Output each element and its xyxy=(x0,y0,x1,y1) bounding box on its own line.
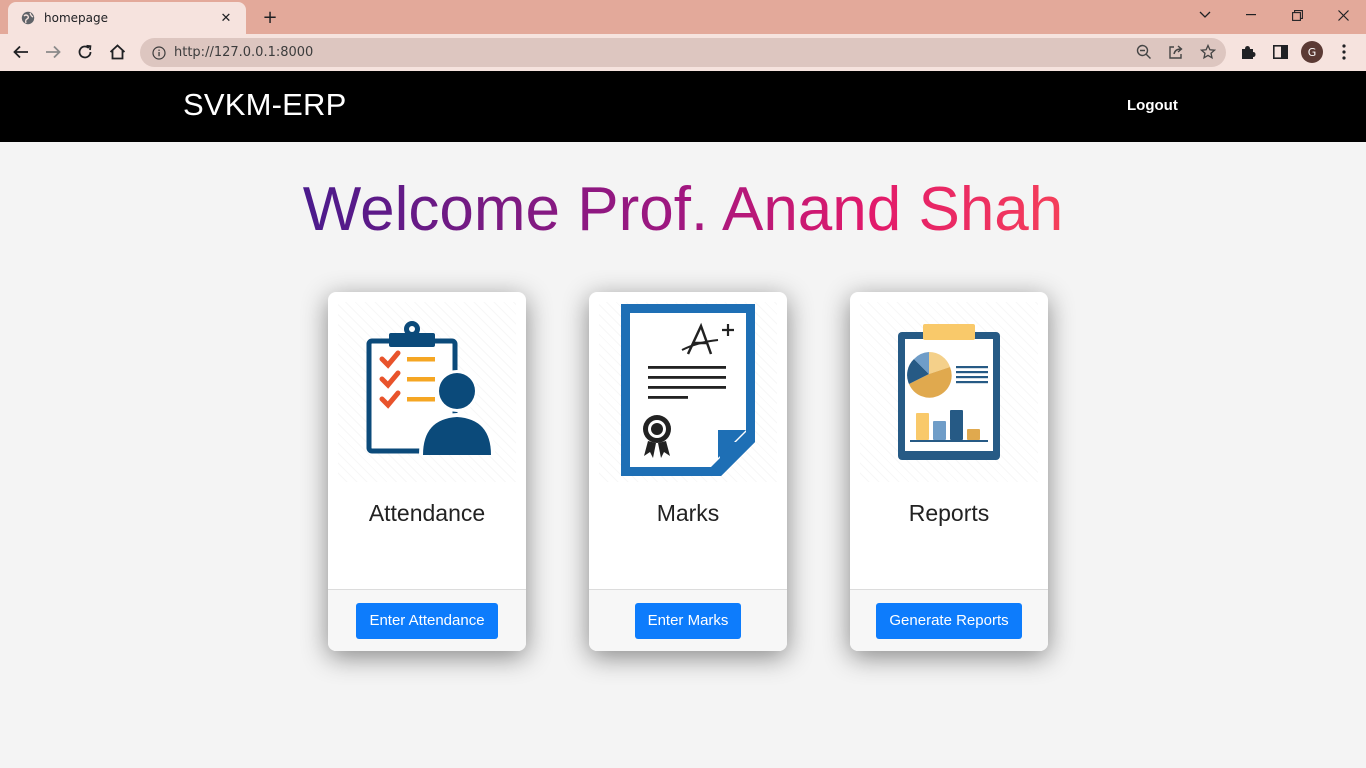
reports-card-footer: Generate Reports xyxy=(850,589,1048,651)
attendance-card-footer: Enter Attendance xyxy=(328,589,526,651)
attendance-card: Attendance Enter Attendance xyxy=(328,292,526,651)
bookmark-star-icon[interactable] xyxy=(1197,41,1219,63)
reports-card-title: Reports xyxy=(908,500,990,526)
welcome-heading: Welcome Prof. Anand Shah xyxy=(0,170,1366,250)
marks-card-footer: Enter Marks xyxy=(589,589,787,651)
browser-tab-title: homepage xyxy=(44,11,108,25)
browser-tab-strip: homepage ✕ + xyxy=(0,0,1366,34)
reports-card: Reports Generate Reports xyxy=(850,292,1048,651)
attendance-card-title: Attendance xyxy=(368,500,486,526)
enter-marks-button[interactable]: Enter Marks xyxy=(634,602,742,639)
reports-image xyxy=(860,302,1038,482)
marks-image xyxy=(599,302,777,482)
reload-icon[interactable] xyxy=(70,37,100,67)
side-panel-icon[interactable] xyxy=(1269,41,1291,63)
attendance-image xyxy=(338,302,516,482)
enter-attendance-button[interactable]: Enter Attendance xyxy=(356,602,498,639)
brand-title[interactable]: SVKM-ERP xyxy=(183,87,347,123)
chevron-down-icon[interactable] xyxy=(1182,0,1228,30)
clipboard-checklist-person-icon xyxy=(357,315,497,470)
welcome-text: Welcome Prof. Anand Shah xyxy=(302,175,1064,244)
logout-link[interactable]: Logout xyxy=(1127,97,1178,114)
extensions-puzzle-icon[interactable] xyxy=(1237,41,1259,63)
zoom-icon[interactable] xyxy=(1133,41,1155,63)
browser-toolbar: http://127.0.0.1:8000 xyxy=(0,34,1366,71)
window-close-icon[interactable] xyxy=(1320,0,1366,30)
minimize-icon[interactable] xyxy=(1228,0,1274,30)
profile-avatar[interactable]: G xyxy=(1301,41,1323,63)
clipboard-charts-report-icon xyxy=(894,320,1004,465)
marks-card: Marks Enter Marks xyxy=(589,292,787,651)
address-bar[interactable]: http://127.0.0.1:8000 xyxy=(140,38,1226,67)
kebab-menu-icon[interactable] xyxy=(1333,41,1355,63)
marks-card-title: Marks xyxy=(656,500,720,526)
back-arrow-icon[interactable] xyxy=(6,37,36,67)
restore-icon[interactable] xyxy=(1274,0,1320,30)
url-text: http://127.0.0.1:8000 xyxy=(174,45,314,60)
graded-certificate-icon xyxy=(618,302,758,483)
home-icon[interactable] xyxy=(102,37,132,67)
close-icon[interactable]: ✕ xyxy=(218,10,234,26)
app-navbar: SVKM-ERP Logout xyxy=(0,71,1366,142)
share-icon[interactable] xyxy=(1165,41,1187,63)
globe-icon xyxy=(20,10,36,26)
site-info-icon[interactable] xyxy=(152,45,166,60)
browser-tab[interactable]: homepage ✕ xyxy=(8,2,246,34)
generate-reports-button[interactable]: Generate Reports xyxy=(876,602,1022,639)
new-tab-icon[interactable]: + xyxy=(258,6,282,28)
forward-arrow-icon[interactable] xyxy=(38,37,68,67)
